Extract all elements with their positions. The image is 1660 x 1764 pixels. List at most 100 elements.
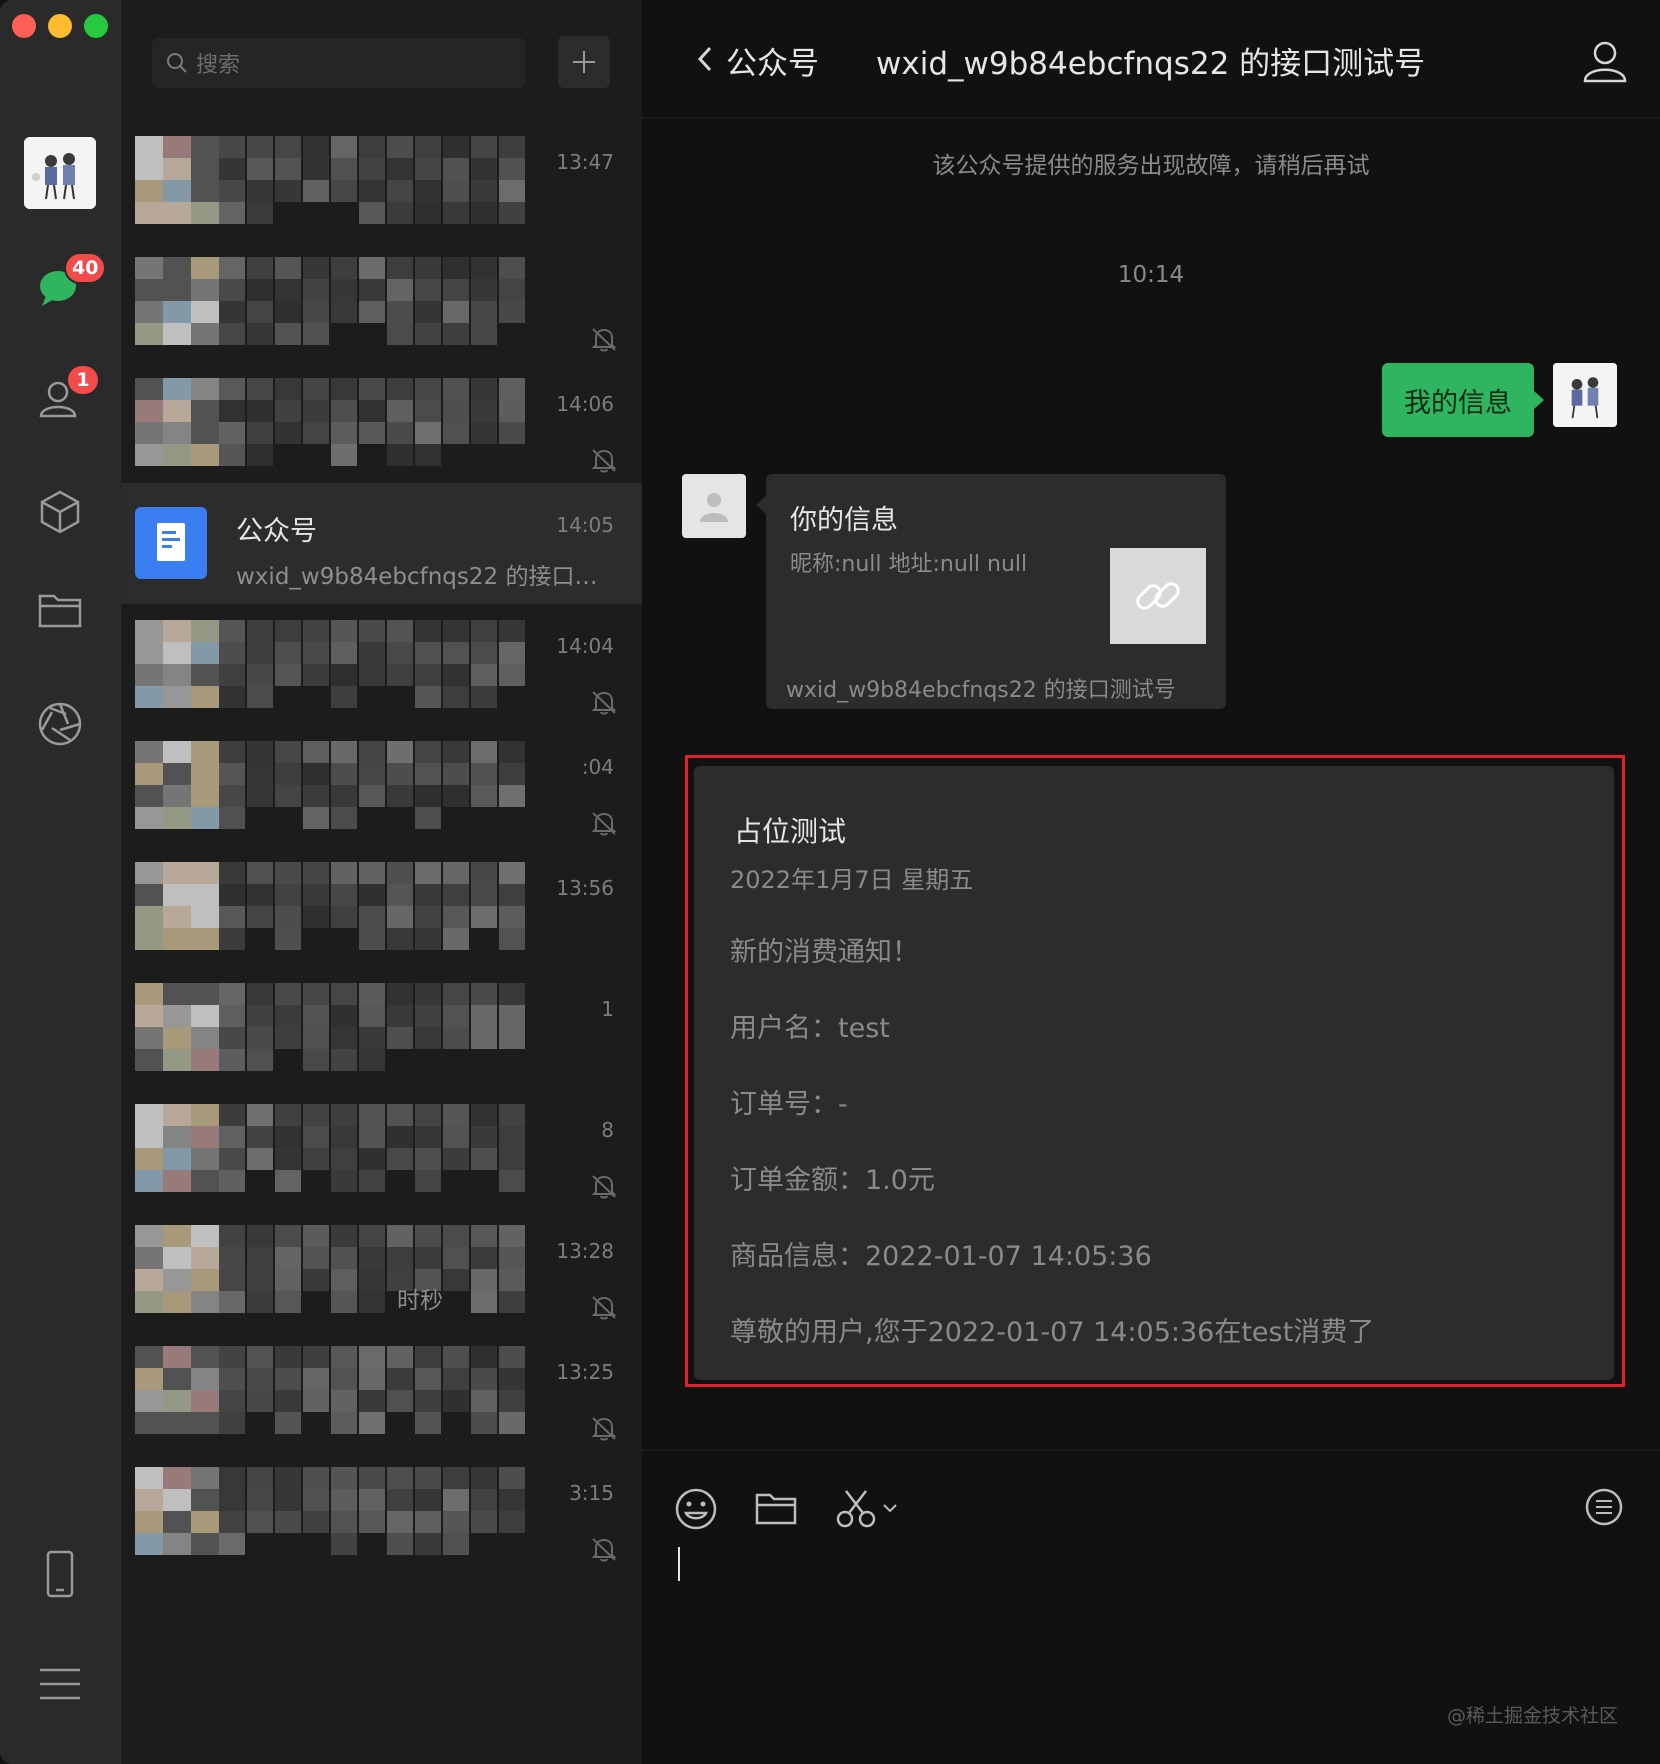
close-window-button[interactable] bbox=[12, 14, 36, 38]
outgoing-message[interactable]: 我的信息 bbox=[1382, 363, 1544, 437]
redacted-content bbox=[135, 378, 535, 478]
chat-list-item[interactable]: 14:06 bbox=[121, 362, 642, 483]
chat-list-item[interactable]: 1 bbox=[121, 967, 642, 1088]
redacted-content bbox=[135, 620, 535, 720]
redacted-content bbox=[135, 257, 535, 357]
message-composer[interactable]: @稀土掘金技术社区 bbox=[642, 1450, 1660, 1764]
official-account-icon bbox=[135, 507, 207, 579]
cube-icon bbox=[40, 490, 80, 534]
chat-time: 8 bbox=[601, 1118, 614, 1142]
chat-time: 13:56 bbox=[556, 876, 614, 900]
default-avatar-icon bbox=[700, 493, 728, 522]
mute-bell-icon bbox=[591, 1175, 617, 1199]
back-icon[interactable] bbox=[692, 42, 720, 76]
chat-list-item[interactable]: 14:04 bbox=[121, 604, 642, 725]
search-icon bbox=[167, 53, 187, 73]
menu-icon bbox=[40, 1668, 80, 1700]
minimize-window-button[interactable] bbox=[48, 14, 72, 38]
redacted-content bbox=[135, 1467, 535, 1567]
wechat-window: 40 1 搜索 13:47 14:06 公众号 wxid_w9b84ebcfnq… bbox=[0, 0, 1660, 1764]
phone-icon bbox=[46, 1550, 74, 1598]
chat-time: 1 bbox=[601, 997, 614, 1021]
folder-icon[interactable] bbox=[754, 1487, 798, 1531]
redacted-content bbox=[135, 1346, 535, 1446]
redacted-content bbox=[135, 136, 535, 236]
text-caret bbox=[678, 1547, 680, 1581]
chat-list-item[interactable]: 13:47 bbox=[121, 120, 642, 241]
maximize-window-button[interactable] bbox=[84, 14, 108, 38]
watermark: @稀土掘金技术社区 bbox=[1446, 1705, 1618, 1727]
redacted-content bbox=[135, 1104, 535, 1204]
template-line: 尊敬的用户,您于2022-01-07 14:05:36在test消费了 bbox=[730, 1317, 1375, 1348]
chat-list-item[interactable]: 13:25 bbox=[121, 1330, 642, 1451]
chat-title: wxid_w9b84ebcfnqs22 的接口测试号 bbox=[876, 46, 1426, 82]
chat-list: 搜索 13:47 14:06 公众号 wxid_w9b84ebcfnqs22 的接口测… bbox=[121, 0, 642, 1764]
template-line: 用户名：test bbox=[730, 1013, 890, 1044]
sender-avatar[interactable] bbox=[682, 474, 746, 538]
mute-bell-icon bbox=[591, 1296, 617, 1320]
chat-list-item[interactable] bbox=[121, 241, 642, 362]
plus-icon bbox=[573, 51, 595, 73]
new-chat-button[interactable] bbox=[558, 36, 610, 88]
link-card[interactable]: 你的信息 昵称:null 地址:null null wxid_w9b84ebcf… bbox=[756, 474, 1226, 709]
chat-preview: 时秒 bbox=[397, 1288, 443, 1314]
header-folder[interactable]: 公众号 bbox=[726, 38, 819, 83]
link-thumbnail bbox=[1110, 548, 1206, 644]
chat-list-item[interactable]: :04 bbox=[121, 725, 642, 846]
contacts-badge: 1 bbox=[66, 364, 100, 396]
template-line: 订单号：- bbox=[730, 1089, 848, 1120]
my-avatar[interactable] bbox=[1553, 363, 1617, 427]
chats-tab[interactable]: 40 bbox=[30, 252, 107, 316]
chat-list-item[interactable]: 8 bbox=[121, 1088, 642, 1209]
unread-badge: 40 bbox=[64, 252, 107, 284]
chat-list-item[interactable]: 13:56 bbox=[121, 846, 642, 967]
chat-time: 14:04 bbox=[556, 634, 614, 658]
mute-bell-icon bbox=[591, 812, 617, 836]
mute-bell-icon bbox=[591, 1538, 617, 1562]
user-icon[interactable] bbox=[1582, 38, 1628, 84]
system-notice: 该公众号提供的服务出现故障，请稍后再试 bbox=[932, 153, 1370, 179]
profile-avatar[interactable] bbox=[24, 137, 96, 209]
chat-list-item[interactable]: 公众号 wxid_w9b84ebcfnqs22 的接口测试号 14:05 bbox=[121, 483, 642, 604]
scissors-icon[interactable] bbox=[834, 1487, 878, 1531]
moments-tab[interactable] bbox=[30, 694, 90, 754]
chat-history-icon[interactable] bbox=[1582, 1487, 1626, 1531]
time-separator: 10:14 bbox=[1117, 262, 1185, 288]
template-message-card[interactable]: 占位测试 2022年1月7日 星期五 新的消费通知！ 用户名：test 订单号：… bbox=[694, 766, 1614, 1380]
chat-list-item[interactable]: 时秒 13:28 bbox=[121, 1209, 642, 1330]
chat-time: 14:06 bbox=[556, 392, 614, 416]
mute-bell-icon bbox=[591, 1417, 617, 1441]
template-title: 占位测试 bbox=[734, 815, 847, 848]
settings-menu[interactable] bbox=[30, 1654, 90, 1714]
link-source: wxid_w9b84ebcfnqs22 的接口测试号 bbox=[786, 678, 1176, 703]
redacted-content bbox=[135, 741, 535, 841]
link-description: 昵称:null 地址:null null bbox=[790, 552, 1028, 577]
chevron-down-icon[interactable] bbox=[880, 1487, 900, 1531]
chat-list-item[interactable]: 3:15 bbox=[121, 1451, 642, 1572]
folder-icon bbox=[38, 594, 82, 628]
mute-bell-icon bbox=[591, 328, 617, 352]
chat-time: :04 bbox=[581, 755, 614, 779]
search-placeholder: 搜索 bbox=[196, 53, 241, 78]
link-icon bbox=[1136, 582, 1180, 610]
chat-time: 13:47 bbox=[556, 150, 614, 174]
template-line: 商品信息：2022-01-07 14:05:36 bbox=[730, 1241, 1152, 1272]
search-input[interactable]: 搜索 bbox=[152, 38, 525, 88]
chat-panel: 公众号 wxid_w9b84ebcfnqs22 的接口测试号 该公众号提供的服务… bbox=[642, 0, 1660, 1764]
mute-bell-icon bbox=[591, 691, 617, 715]
chat-header: 公众号 wxid_w9b84ebcfnqs22 的接口测试号 bbox=[642, 0, 1660, 118]
chat-preview: wxid_w9b84ebcfnqs22 的接口测试号 bbox=[236, 564, 606, 590]
chat-time: 13:25 bbox=[556, 1360, 614, 1384]
files-tab[interactable] bbox=[30, 580, 90, 640]
favorites-tab[interactable] bbox=[30, 482, 90, 542]
emoji-icon[interactable] bbox=[674, 1487, 718, 1531]
chat-time: 14:05 bbox=[556, 513, 614, 537]
contacts-tab[interactable]: 1 bbox=[30, 364, 100, 428]
redacted-content bbox=[135, 862, 535, 962]
template-line: 订单金额：1.0元 bbox=[730, 1165, 935, 1196]
redacted-content bbox=[135, 983, 535, 1083]
phone-tab[interactable] bbox=[30, 1544, 90, 1604]
aperture-icon bbox=[38, 702, 82, 746]
chat-name: 公众号 bbox=[236, 516, 317, 547]
template-date: 2022年1月7日 星期五 bbox=[730, 866, 974, 894]
